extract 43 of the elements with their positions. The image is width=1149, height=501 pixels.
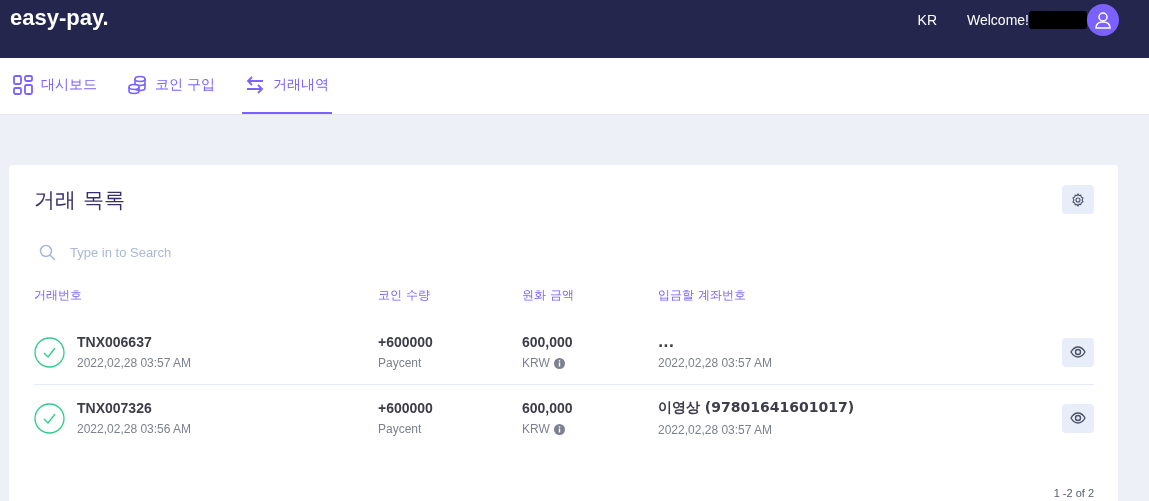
krw-amount: 600,000: [522, 334, 574, 350]
account-number: 이영상 (97801641601017): [658, 399, 856, 417]
transaction-id: TNX007326: [77, 400, 153, 416]
currency-label: KRW: [522, 356, 550, 370]
account-date: 2022,02,28 03:57 AM: [658, 356, 774, 370]
settings-icon: [1071, 192, 1085, 207]
eye-icon: [1070, 346, 1086, 358]
swap-arrows-icon: [245, 75, 266, 95]
column-header: 입금할 계좌번호: [658, 288, 746, 302]
info-icon: [553, 357, 565, 369]
redaction-bar: [1029, 11, 1087, 29]
coins-icon: [127, 75, 147, 95]
coin-amount: +600000: [378, 334, 434, 350]
language-selector[interactable]: KR: [917, 12, 937, 28]
transaction-date: 2022,02,28 03:57 AM: [77, 356, 192, 370]
krw-amount: 600,000: [522, 400, 574, 416]
avatar-button[interactable]: [1087, 4, 1119, 36]
nav-tab[interactable]: 거래내역: [242, 58, 333, 114]
coin-name: Paycent: [378, 356, 423, 370]
eye-icon: [1070, 412, 1086, 424]
settings-button[interactable]: [1062, 185, 1094, 214]
column-header: 원화 금액: [522, 288, 574, 302]
account-number: ...: [658, 334, 675, 350]
nav-tab[interactable]: 코인 구입: [124, 58, 219, 114]
currency-label: KRW: [522, 422, 550, 436]
account-date: 2022,02,28 03:57 AM: [658, 423, 774, 437]
transaction-date: 2022,02,28 03:56 AM: [77, 422, 192, 436]
info-icon: [553, 423, 565, 435]
coin-name: Paycent: [378, 422, 423, 436]
column-header: 코인 수량: [378, 288, 430, 302]
card-title: 거래 목록: [34, 186, 125, 214]
search-icon: [39, 244, 56, 261]
app-logo[interactable]: easy-pay.: [10, 5, 109, 31]
welcome-text: Welcome!: [967, 12, 1029, 28]
coin-amount: +600000: [378, 400, 434, 416]
view-button[interactable]: [1062, 403, 1094, 433]
grid-icon: [13, 75, 33, 95]
user-icon: [1094, 11, 1112, 29]
nav-tab[interactable]: 대시보드: [10, 58, 100, 114]
column-header: 거래번호: [34, 288, 82, 302]
transaction-id: TNX006637: [77, 334, 153, 350]
view-button[interactable]: [1062, 337, 1094, 367]
pagination-text: 1 -2 of 2: [1053, 487, 1094, 499]
